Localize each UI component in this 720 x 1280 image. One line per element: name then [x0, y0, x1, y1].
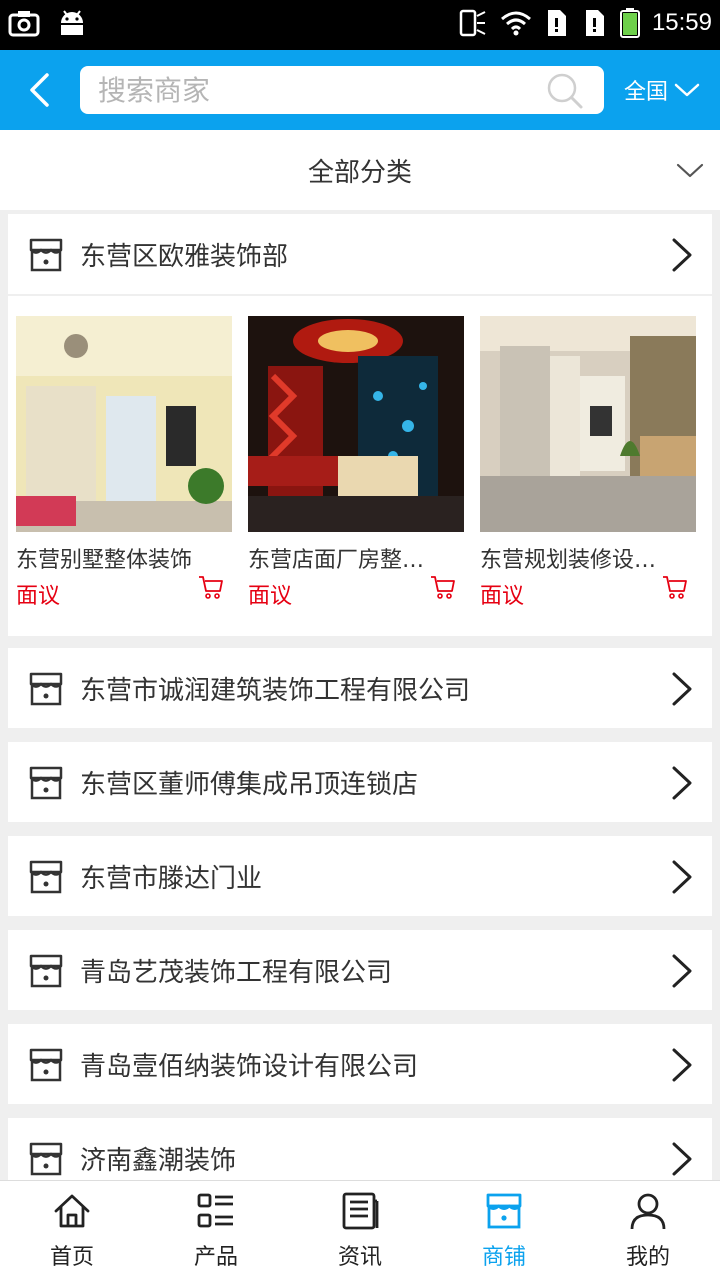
shop-card[interactable]: 东营区董师傅集成吊顶连锁店 [8, 742, 712, 822]
sim-alert-icon [547, 10, 566, 36]
chevron-right-icon [672, 1142, 692, 1176]
user-icon [630, 1193, 666, 1230]
home-icon [54, 1194, 90, 1228]
product-item[interactable]: 东营别墅整体装饰 面议 [16, 316, 232, 610]
back-arrow-icon [30, 73, 49, 107]
cart-icon[interactable] [662, 574, 688, 600]
shop-name: 东营市诚润建筑装饰工程有限公司 [80, 676, 471, 706]
tab-shops[interactable]: 商铺 [432, 1181, 576, 1280]
cart-icon[interactable] [198, 574, 224, 600]
tab-label: 产品 [193, 1245, 238, 1270]
back-button[interactable] [18, 68, 62, 112]
category-filter[interactable]: 全部分类 [0, 130, 720, 210]
store-icon [29, 238, 63, 272]
product-image[interactable] [248, 316, 464, 532]
tab-news[interactable]: 资讯 [288, 1181, 432, 1280]
category-label: 全部分类 [307, 158, 412, 188]
camera-icon [8, 11, 40, 37]
product-name: 东营店面厂房整… [248, 548, 425, 573]
cart-icon[interactable] [430, 574, 456, 600]
wifi-icon [500, 11, 531, 36]
chevron-right-icon [672, 672, 692, 706]
shop-card[interactable]: 青岛艺茂装饰工程有限公司 [8, 930, 712, 1010]
chevron-right-icon [672, 954, 692, 988]
chevron-right-icon [672, 860, 692, 894]
chevron-right-icon [672, 766, 692, 800]
bottom-tab-bar: 首页 产品 资讯 商铺 我的 [0, 1180, 720, 1280]
product-name: 东营规划装修设… [480, 548, 657, 573]
chevron-right-icon [672, 238, 692, 272]
shop-card-featured: 东营区欧雅装饰部 东营别墅整体装饰 面议 东营店面厂房整… 面议 东营规划装修设… [8, 214, 712, 636]
search-icon[interactable] [546, 72, 584, 110]
shop-card[interactable]: 东营市滕达门业 [8, 836, 712, 916]
shop-row[interactable]: 东营区董师傅集成吊顶连锁店 [8, 742, 712, 822]
tab-label: 资讯 [337, 1245, 382, 1270]
tab-products[interactable]: 产品 [144, 1181, 288, 1280]
region-selector[interactable]: 全国 [624, 72, 700, 108]
chevron-down-icon [676, 163, 704, 178]
shop-name: 济南鑫潮装饰 [80, 1146, 237, 1176]
tab-label: 商铺 [481, 1245, 526, 1270]
shop-name: 东营市滕达门业 [80, 864, 263, 894]
news-icon [342, 1192, 379, 1230]
list-icon [197, 1193, 233, 1228]
tab-label: 首页 [49, 1245, 94, 1270]
shop-name: 东营区董师傅集成吊顶连锁店 [80, 770, 419, 800]
product-list: 东营别墅整体装饰 面议 东营店面厂房整… 面议 东营规划装修设… 面议 [8, 296, 712, 636]
shop-card[interactable]: 东营市诚润建筑装饰工程有限公司 [8, 648, 712, 728]
product-item[interactable]: 东营规划装修设… 面议 [480, 316, 696, 610]
store-icon [486, 1193, 522, 1229]
top-header: 全国 [0, 50, 720, 130]
product-item[interactable]: 东营店面厂房整… 面议 [248, 316, 464, 610]
status-bar: 15:59 [0, 0, 720, 50]
store-icon [29, 766, 63, 800]
shop-row[interactable]: 东营市滕达门业 [8, 836, 712, 916]
clock: 15:59 [651, 9, 712, 36]
store-icon [29, 1048, 63, 1082]
search-box[interactable] [80, 66, 604, 114]
product-name: 东营别墅整体装饰 [16, 548, 193, 573]
shop-row[interactable]: 济南鑫潮装饰 [8, 1118, 712, 1180]
sim-alert-icon-2 [585, 10, 604, 36]
store-icon [29, 954, 63, 988]
shop-row[interactable]: 东营市诚润建筑装饰工程有限公司 [8, 648, 712, 728]
shop-row[interactable]: 青岛壹佰纳装饰设计有限公司 [8, 1024, 712, 1104]
store-icon [29, 860, 63, 894]
shop-card[interactable]: 青岛壹佰纳装饰设计有限公司 [8, 1024, 712, 1104]
store-icon [29, 672, 63, 706]
product-image[interactable] [480, 316, 696, 532]
search-input[interactable] [98, 66, 528, 114]
shop-row[interactable]: 东营区欧雅装饰部 [8, 214, 712, 294]
region-label: 全国 [624, 80, 669, 105]
chevron-down-icon [674, 83, 700, 97]
shop-name: 青岛艺茂装饰工程有限公司 [80, 958, 393, 988]
tab-label: 我的 [625, 1245, 670, 1270]
product-image[interactable] [16, 316, 232, 532]
chevron-right-icon [672, 1048, 692, 1082]
shop-name: 东营区欧雅装饰部 [80, 242, 289, 272]
vibrate-icon [459, 9, 486, 37]
battery-icon [619, 8, 640, 38]
tab-profile[interactable]: 我的 [576, 1181, 720, 1280]
shop-name: 青岛壹佰纳装饰设计有限公司 [80, 1052, 419, 1082]
android-icon [61, 10, 83, 35]
tab-home[interactable]: 首页 [0, 1181, 144, 1280]
shop-row[interactable]: 青岛艺茂装饰工程有限公司 [8, 930, 712, 1010]
store-icon [29, 1142, 63, 1176]
shop-card[interactable]: 济南鑫潮装饰 [8, 1118, 712, 1180]
